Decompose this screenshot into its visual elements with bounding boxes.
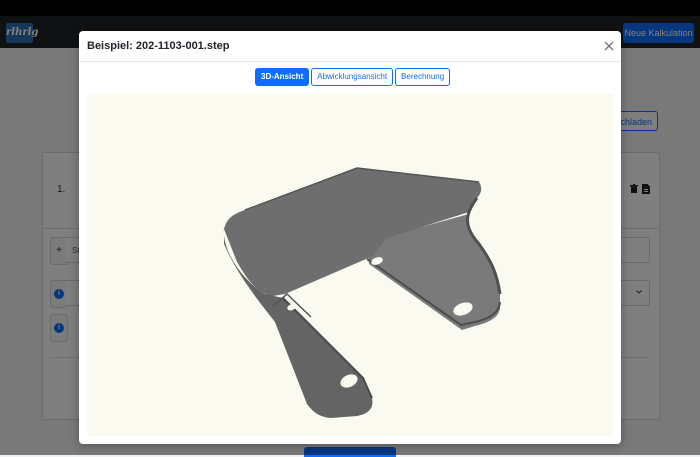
view-tabs: 3D-Ansicht Abwicklungsansicht Berechnung <box>255 68 451 86</box>
modal-title: Beispiel: 202-1103-001.step <box>87 40 230 52</box>
tab-calculation[interactable]: Berechnung <box>395 68 451 86</box>
modal-divider <box>79 61 621 62</box>
tab-unfold-view[interactable]: Abwicklungsansicht <box>311 68 394 86</box>
tab-3d-view[interactable]: 3D-Ansicht <box>255 68 310 86</box>
preview-modal: Beispiel: 202-1103-001.step 3D-Ansicht A… <box>79 31 621 444</box>
3d-part-render[interactable] <box>87 94 613 436</box>
3d-viewer[interactable] <box>87 94 613 436</box>
close-icon[interactable] <box>602 39 616 53</box>
